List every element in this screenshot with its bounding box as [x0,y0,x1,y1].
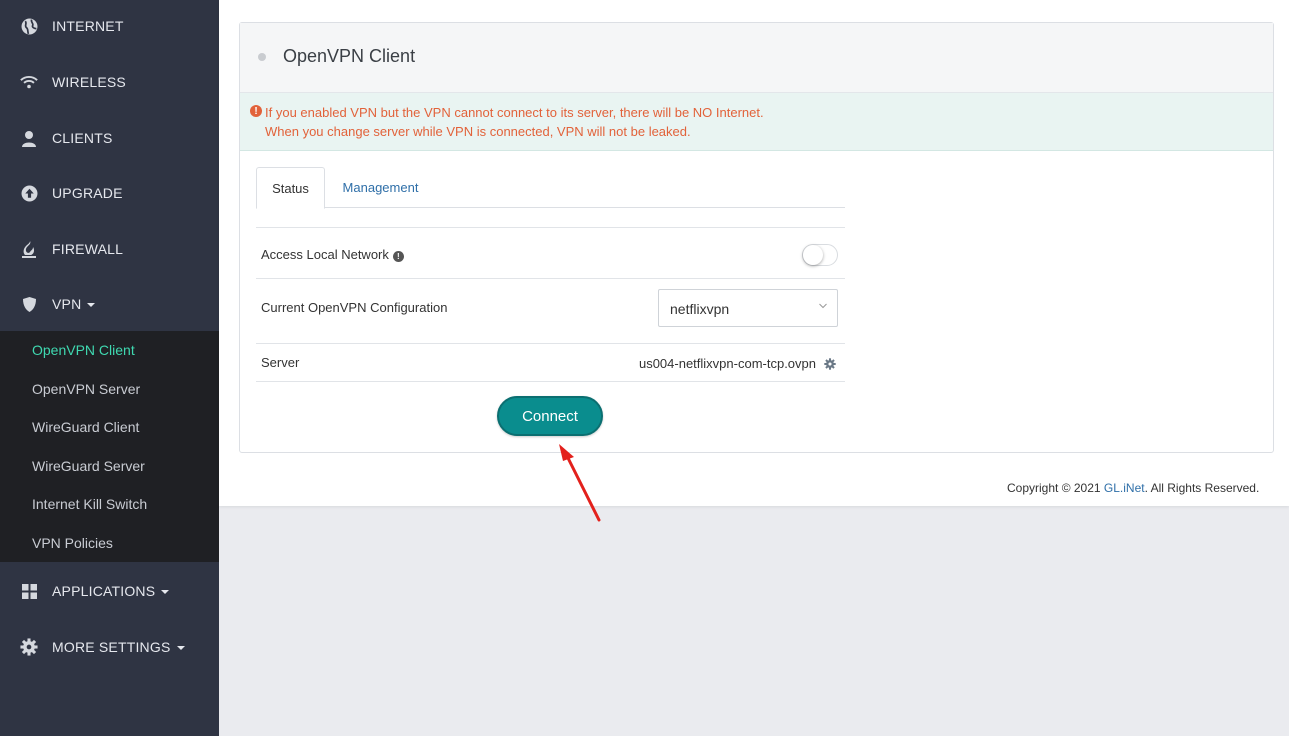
glinet-link[interactable]: GL.iNet [1104,481,1145,495]
server-value: us004-netflixvpn-com-tcp.ovpn [638,356,816,371]
chevron-down-icon [161,590,170,595]
server-label: Server [261,355,300,370]
submenu-wireguard-client[interactable]: WireGuard Client [32,419,139,435]
panel-header: OpenVPN Client [240,23,1273,93]
wifi-icon [20,73,38,91]
nav-wireless-label: WIRELESS [52,74,126,90]
row-divider [256,381,845,382]
access-local-network-toggle[interactable] [802,244,838,266]
nav-firewall[interactable]: FIREWALL [0,221,219,277]
gear-icon[interactable] [824,357,837,370]
config-select-value: netflixvpn [670,301,730,317]
page-title: OpenVPN Client [283,46,416,66]
exclamation-icon: ! [250,105,262,117]
annotation-arrow-icon [559,444,601,522]
row-current-config: Current OpenVPN Configuration netflixvpn [256,278,845,343]
nav-more-settings-text: MORE SETTINGS [52,639,171,655]
openvpn-client-panel: OpenVPN Client ! If you enabled VPN but … [239,22,1274,453]
nav-upgrade-label: UPGRADE [52,185,123,201]
copyright: Copyright © 2021 GL.iNet. All Rights Res… [1007,481,1259,495]
access-local-network-text: Access Local Network [261,247,389,262]
globe-icon [20,17,38,35]
nav-internet-label: INTERNET [52,18,124,34]
grid-icon [20,582,38,600]
chevron-down-icon [819,301,827,312]
upload-icon [20,184,38,202]
submenu-kill-switch[interactable]: Internet Kill Switch [32,496,147,512]
vpn-submenu: OpenVPN Client OpenVPN Server WireGuard … [0,331,219,562]
chevron-down-icon [87,303,96,308]
copyright-prefix: Copyright © 2021 [1007,481,1104,495]
submenu-openvpn-server[interactable]: OpenVPN Server [32,381,140,397]
nav-upgrade[interactable]: UPGRADE [0,165,219,221]
nav-vpn-text: VPN [52,296,82,312]
nav-internet[interactable]: INTERNET [0,0,219,54]
nav-vpn[interactable]: VPN [0,276,219,332]
connect-button[interactable]: Connect [497,396,603,436]
chevron-down-icon [176,646,185,651]
nav-wireless[interactable]: WIRELESS [0,54,219,110]
sidebar: INTERNET WIRELESS CLIENTS UPGRADE FIREWA… [0,0,219,736]
submenu-wireguard-server[interactable]: WireGuard Server [32,458,145,474]
copyright-suffix: . All Rights Reserved. [1144,481,1260,495]
nav-applications-label: APPLICATIONS [52,583,170,599]
submenu-vpn-policies[interactable]: VPN Policies [32,535,113,551]
access-local-network-label: Access Local Network! [261,247,404,262]
shield-icon [20,295,38,313]
alert-line-1: If you enabled VPN but the VPN cannot co… [265,105,764,120]
info-icon[interactable]: ! [392,251,404,262]
tabs: Status Management [256,167,845,209]
alert-line-2: When you change server while VPN is conn… [265,124,691,139]
flame-icon [20,240,38,258]
nav-clients-label: CLIENTS [52,130,113,146]
tab-status[interactable]: Status [256,167,325,209]
nav-vpn-label: VPN [52,296,96,312]
gear-icon [20,638,38,656]
nav-applications[interactable]: APPLICATIONS [0,563,219,619]
user-icon [20,129,38,147]
nav-more-settings[interactable]: MORE SETTINGS [0,619,219,675]
toggle-knob [803,245,823,265]
status-dot-icon [258,53,266,61]
nav-clients[interactable]: CLIENTS [0,110,219,166]
current-config-label: Current OpenVPN Configuration [261,300,448,315]
row-server: Server us004-netflixvpn-com-tcp.ovpn [256,343,845,382]
submenu-openvpn-client[interactable]: OpenVPN Client [32,342,135,358]
config-select[interactable]: netflixvpn [658,289,838,327]
nav-more-settings-label: MORE SETTINGS [52,639,185,655]
vpn-warning-alert: ! If you enabled VPN but the VPN cannot … [240,93,1273,151]
nav-firewall-label: FIREWALL [52,241,124,257]
tab-management[interactable]: Management [342,167,419,208]
nav-applications-text: APPLICATIONS [52,583,156,599]
row-access-local-network: Access Local Network! [256,227,845,278]
